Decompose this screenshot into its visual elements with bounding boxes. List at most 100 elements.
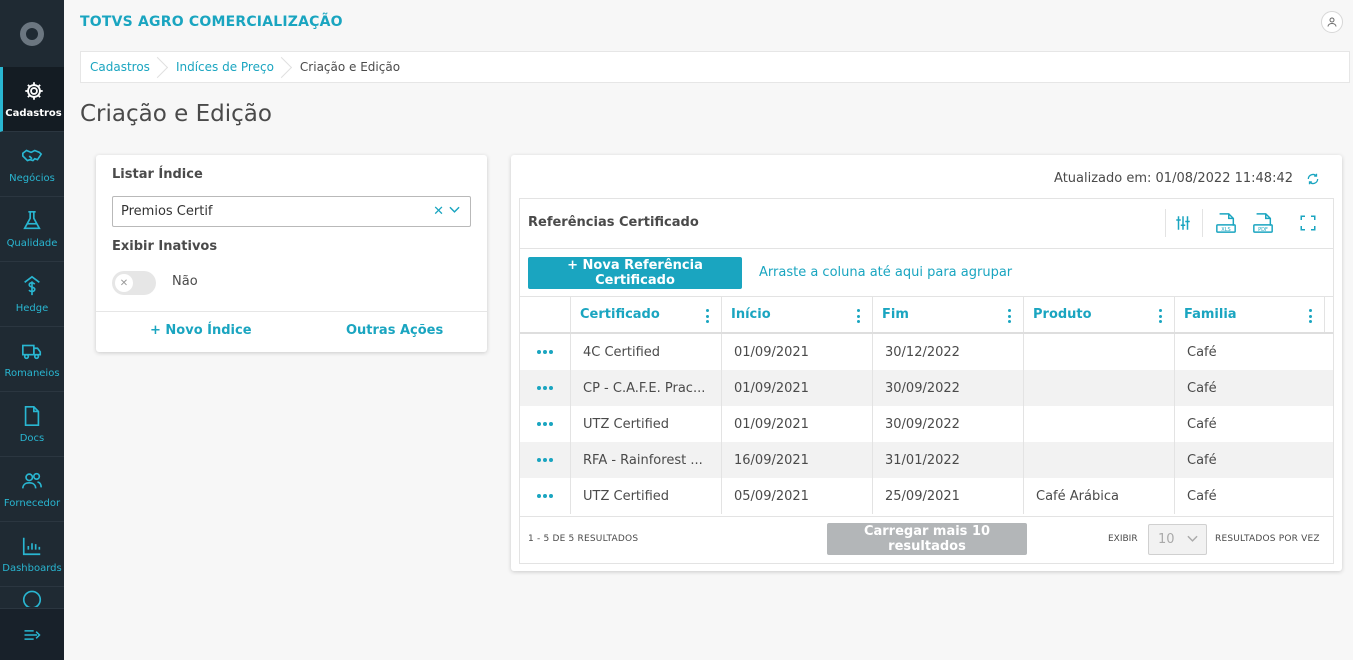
cell-produto [1024,442,1175,478]
sidebar-item-romaneios[interactable]: Romaneios [0,327,64,392]
cell-familia: Café [1187,344,1217,360]
references-table: Certificado Início Fim Produto Familia 4… [520,296,1333,514]
cell-produto [1024,370,1175,406]
xls-file-icon: XLS [1216,213,1236,233]
table-header: Certificado Início Fim Produto Familia [520,296,1333,334]
sidebar-item-label: Dashboards [2,562,62,574]
table-row[interactable]: CP - C.A.F.E. Prac... 01/09/2021 30/09/2… [520,370,1333,406]
cell-fim: 30/09/2022 [873,370,1024,406]
breadcrumb: Cadastros Indíces de Preço Criação e Edi… [80,51,1350,83]
cell-inicio: 01/09/2021 [722,406,873,442]
sidebar-item-docs[interactable]: Docs [0,392,64,457]
cell-fim: 30/09/2022 [873,406,1024,442]
column-header-label: Certificado [580,307,660,322]
clear-icon[interactable]: ✕ [433,204,444,219]
column-menu-icon[interactable] [1007,309,1011,323]
grid-footer-divider [520,516,1333,517]
toggle-off-icon: ✕ [115,274,133,292]
table-row[interactable]: UTZ Certified 01/09/2021 30/09/2022 Café [520,406,1333,442]
column-header-certificado[interactable]: Certificado [571,297,722,332]
row-actions-button[interactable] [520,406,571,442]
breadcrumb-cadastros[interactable]: Cadastros [81,52,162,82]
more-horizontal-icon [537,494,553,498]
group-drop-zone[interactable]: Arraste a coluna até aqui para agrupar [759,265,1012,280]
column-menu-icon[interactable] [1158,309,1162,323]
sidebar-item-label: Docs [19,432,45,444]
cell-certificado: RFA - Rainforest ... [571,442,722,478]
new-index-button[interactable]: + Novo Índice [150,323,252,338]
cell-produto: Café Arábica [1024,478,1175,514]
app-logo[interactable] [0,0,64,67]
row-actions-button[interactable] [520,334,571,370]
cell-inicio: 01/09/2021 [722,334,873,370]
more-horizontal-icon [537,350,553,354]
truck-icon [21,340,43,362]
show-inactive-label: Exibir Inativos [112,239,218,254]
page-size-select[interactable]: 10 [1148,524,1207,555]
sidebar-item-dashboards[interactable]: Dashboards [0,522,64,587]
users-icon [21,470,43,492]
load-more-button[interactable]: Carregar mais 10 resultados [827,523,1027,555]
chevron-down-icon[interactable] [449,206,460,214]
collapse-menu-button[interactable] [0,608,64,660]
add-certificate-reference-button[interactable]: + Nova Referência Certificado [528,257,742,289]
cell-certificado: 4C Certified [571,334,722,370]
sidebar-item-hedge[interactable]: Hedge [0,262,64,327]
table-row[interactable]: 4C Certified 01/09/2021 30/12/2022 Café [520,334,1333,370]
show-label: EXIBIR [1108,534,1138,544]
handshake-icon [21,145,43,167]
column-menu-icon[interactable] [856,309,860,323]
show-inactive-toggle[interactable]: ✕ [112,271,156,295]
logo-icon [20,21,44,46]
row-actions-button[interactable] [520,478,571,514]
page-title: Criação e Edição [80,101,272,127]
breadcrumb-indices-preco[interactable]: Indíces de Preço [162,52,286,82]
cell-familia: Café [1187,452,1217,468]
cell-certificado: CP - C.A.F.E. Prac... [571,370,722,406]
table-row[interactable]: UTZ Certified 05/09/2021 25/09/2021 Café… [520,478,1333,514]
column-header-familia[interactable]: Familia [1175,297,1325,332]
column-header-inicio[interactable]: Início [722,297,873,332]
cell-inicio: 01/09/2021 [722,370,873,406]
row-actions-button[interactable] [520,442,571,478]
expand-icon [1300,215,1316,231]
cell-certificado: UTZ Certified [571,478,722,514]
references-card: Atualizado em: 01/08/2022 11:48:42 Refer… [511,155,1342,571]
cell-inicio: 16/09/2021 [722,442,873,478]
cell-familia: Café [1187,380,1217,396]
cell-produto [1024,406,1175,442]
sidebar-item-fornecedor[interactable]: Fornecedor [0,457,64,522]
sidebar-item-cadastros[interactable]: Cadastros [0,67,64,132]
toolbar-divider [1202,209,1203,237]
export-pdf-button[interactable]: PDF [1251,211,1275,235]
cell-produto [1024,334,1175,370]
more-horizontal-icon [537,386,553,390]
refresh-icon[interactable] [1306,172,1320,186]
fullscreen-button[interactable] [1296,211,1320,235]
column-menu-icon[interactable] [705,309,709,323]
row-actions-button[interactable] [520,370,571,406]
cell-certificado: UTZ Certified [571,406,722,442]
sidebar-item-label: Cadastros [5,107,62,119]
index-select[interactable]: Premios Certif ✕ [112,196,471,227]
grid-title: Referências Certificado [528,215,699,230]
column-menu-icon[interactable] [1308,309,1312,323]
export-xls-button[interactable]: XLS [1214,211,1238,235]
show-inactive-value: Não [172,274,198,289]
sidebar-item-qualidade[interactable]: Qualidade [0,197,64,262]
other-actions-button[interactable]: Outras Ações [346,323,443,338]
cell-fim: 30/12/2022 [873,334,1024,370]
list-index-label: Listar Índice [112,167,203,182]
dollar-arrow-icon [21,275,43,297]
breadcrumb-current: Criação e Edição [299,60,401,74]
cell-fim: 31/01/2022 [873,442,1024,478]
column-settings-button[interactable] [1171,211,1195,235]
column-header-fim[interactable]: Fim [873,297,1024,332]
sidebar-item-negocios[interactable]: Negócios [0,132,64,197]
references-grid: Referências Certificado XLS PDF + Nova R… [519,198,1334,564]
cell-familia: Café [1187,416,1217,432]
sidebar-item-more[interactable] [0,587,64,607]
column-header-produto[interactable]: Produto [1024,297,1175,332]
table-row[interactable]: RFA - Rainforest ... 16/09/2021 31/01/20… [520,442,1333,478]
user-menu-button[interactable] [1321,11,1343,33]
